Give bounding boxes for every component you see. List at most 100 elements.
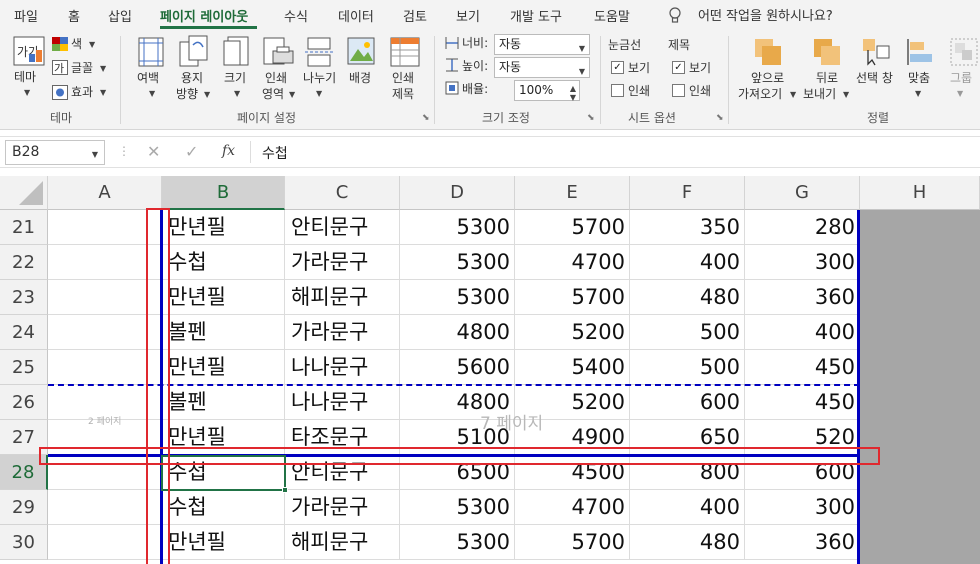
size-button[interactable]: 크기 xyxy=(224,71,246,86)
enter-icon[interactable]: ✓ xyxy=(185,142,198,161)
row-header[interactable]: 26 xyxy=(0,385,48,420)
print-area-button[interactable]: 인쇄 xyxy=(265,71,287,86)
row-header[interactable]: 30 xyxy=(0,525,48,560)
cell-e[interactable]: 5200 xyxy=(515,315,630,350)
sheet-options-launcher-icon[interactable]: ⬊ xyxy=(716,113,724,123)
width-select[interactable]: 자동 ▼ xyxy=(494,34,590,55)
column-header-b[interactable]: B xyxy=(162,176,285,210)
theme-colors-button[interactable]: 색 xyxy=(71,37,82,52)
bring-forward-button[interactable]: 앞으로 xyxy=(751,71,784,86)
cell-c[interactable]: 해피문구 xyxy=(285,525,400,560)
row-header[interactable]: 24 xyxy=(0,315,48,350)
cell-e[interactable]: 5700 xyxy=(515,210,630,245)
cell-f[interactable]: 400 xyxy=(630,490,745,525)
tell-me-search[interactable]: 어떤 작업을 원하시나요? xyxy=(698,5,833,24)
bring-forward-button-line2[interactable]: 가져오기 xyxy=(738,87,782,102)
name-box[interactable]: B28 ▼ xyxy=(5,140,105,165)
gridlines-view-checkbox[interactable]: ✓ xyxy=(611,61,624,74)
cell-b[interactable]: 만년필 xyxy=(162,525,285,560)
cell-b[interactable]: 볼펜 xyxy=(162,385,285,420)
height-select[interactable]: 자동 ▼ xyxy=(494,57,590,78)
align-button[interactable]: 맞춤 xyxy=(908,71,930,86)
cell-e[interactable]: 4700 xyxy=(515,245,630,280)
tab-home[interactable]: 홈 xyxy=(68,6,80,25)
cell-c[interactable]: 가라문구 xyxy=(285,490,400,525)
spin-down-icon[interactable]: ▼ xyxy=(570,90,576,105)
gridlines-print-checkbox[interactable] xyxy=(611,84,624,97)
row-header[interactable]: 29 xyxy=(0,490,48,525)
cancel-icon[interactable]: ✕ xyxy=(147,142,160,161)
print-titles-button[interactable]: 인쇄 xyxy=(392,71,414,86)
scale-launcher-icon[interactable]: ⬊ xyxy=(587,113,595,123)
cell-d[interactable]: 5300 xyxy=(400,280,515,315)
cell-d[interactable]: 5300 xyxy=(400,525,515,560)
page-setup-launcher-icon[interactable]: ⬊ xyxy=(422,113,430,123)
orientation-button-line2[interactable]: 방향 xyxy=(176,87,198,102)
cell-f[interactable]: 600 xyxy=(630,385,745,420)
themes-button[interactable]: 테마 xyxy=(14,70,36,85)
cell-f[interactable]: 500 xyxy=(630,350,745,385)
cell-b[interactable]: 수첩 xyxy=(162,490,285,525)
chevron-down-icon[interactable]: ▼ xyxy=(92,150,98,159)
cell-g[interactable]: 450 xyxy=(745,350,860,385)
tab-data[interactable]: 데이터 xyxy=(338,6,374,25)
cell-f[interactable]: 400 xyxy=(630,245,745,280)
cell-g[interactable]: 400 xyxy=(745,315,860,350)
column-header-d[interactable]: D xyxy=(400,176,515,210)
cell-b[interactable]: 만년필 xyxy=(162,350,285,385)
cell-d[interactable]: 5300 xyxy=(400,490,515,525)
orientation-button[interactable]: 용지 xyxy=(181,71,203,86)
print-titles-button-line2[interactable]: 제목 xyxy=(392,87,414,102)
worksheet-grid[interactable]: A B C D E F G H 21 만년필 안티문구 5300 5700 350 280 2… xyxy=(0,176,980,564)
cell-g[interactable]: 300 xyxy=(745,490,860,525)
theme-fonts-button[interactable]: 글꼴 xyxy=(71,61,93,76)
cell-d[interactable]: 5300 xyxy=(400,245,515,280)
tab-file[interactable]: 파일 xyxy=(14,6,38,25)
cell-a[interactable] xyxy=(48,315,162,350)
cell-c[interactable]: 나나문구 xyxy=(285,350,400,385)
headings-print-checkbox[interactable] xyxy=(672,84,685,97)
cell-e[interactable]: 4700 xyxy=(515,490,630,525)
cell-a[interactable] xyxy=(48,280,162,315)
cell-f[interactable]: 500 xyxy=(630,315,745,350)
cell-d[interactable]: 5300 xyxy=(400,210,515,245)
row-header[interactable]: 23 xyxy=(0,280,48,315)
cell-g[interactable]: 300 xyxy=(745,245,860,280)
selection-pane-button[interactable]: 선택 창 xyxy=(856,71,893,86)
cell-e[interactable]: 5700 xyxy=(515,525,630,560)
column-header-e[interactable]: E xyxy=(515,176,630,210)
cell-c[interactable]: 안티문구 xyxy=(285,210,400,245)
tab-formulas[interactable]: 수식 xyxy=(284,6,308,25)
cell-c[interactable]: 가라문구 xyxy=(285,315,400,350)
margins-button[interactable]: 여백 xyxy=(137,71,159,86)
tab-insert[interactable]: 삽입 xyxy=(108,6,132,25)
tab-review[interactable]: 검토 xyxy=(403,6,427,25)
cell-g[interactable]: 280 xyxy=(745,210,860,245)
cell-d[interactable]: 4800 xyxy=(400,315,515,350)
cell-f[interactable]: 350 xyxy=(630,210,745,245)
cell-b[interactable]: 만년필 xyxy=(162,280,285,315)
print-area-button-line2[interactable]: 영역 xyxy=(262,87,284,102)
tab-developer[interactable]: 개발 도구 xyxy=(510,6,562,25)
row-header[interactable]: 22 xyxy=(0,245,48,280)
cell-a[interactable] xyxy=(48,490,162,525)
cell-a[interactable] xyxy=(48,210,162,245)
tab-help[interactable]: 도움말 xyxy=(594,6,630,25)
cell-g[interactable]: 360 xyxy=(745,280,860,315)
cell-g[interactable]: 360 xyxy=(745,525,860,560)
column-header-h[interactable]: H xyxy=(860,176,980,210)
cell-a[interactable] xyxy=(48,245,162,280)
cell-c[interactable]: 가라문구 xyxy=(285,245,400,280)
cell-f[interactable]: 480 xyxy=(630,525,745,560)
themes-icon[interactable]: 가가 xyxy=(13,36,45,66)
tab-view[interactable]: 보기 xyxy=(456,6,480,25)
formula-input[interactable]: 수첩 xyxy=(262,143,288,163)
cell-e[interactable]: 5700 xyxy=(515,280,630,315)
insert-function-button[interactable]: fx xyxy=(222,143,235,159)
cell-b[interactable]: 수첩 xyxy=(162,245,285,280)
fill-handle[interactable] xyxy=(282,487,288,493)
send-backward-button-line2[interactable]: 보내기 xyxy=(803,87,836,102)
column-header-g[interactable]: G xyxy=(745,176,860,210)
cell-c[interactable]: 해피문구 xyxy=(285,280,400,315)
cell-e[interactable]: 5400 xyxy=(515,350,630,385)
